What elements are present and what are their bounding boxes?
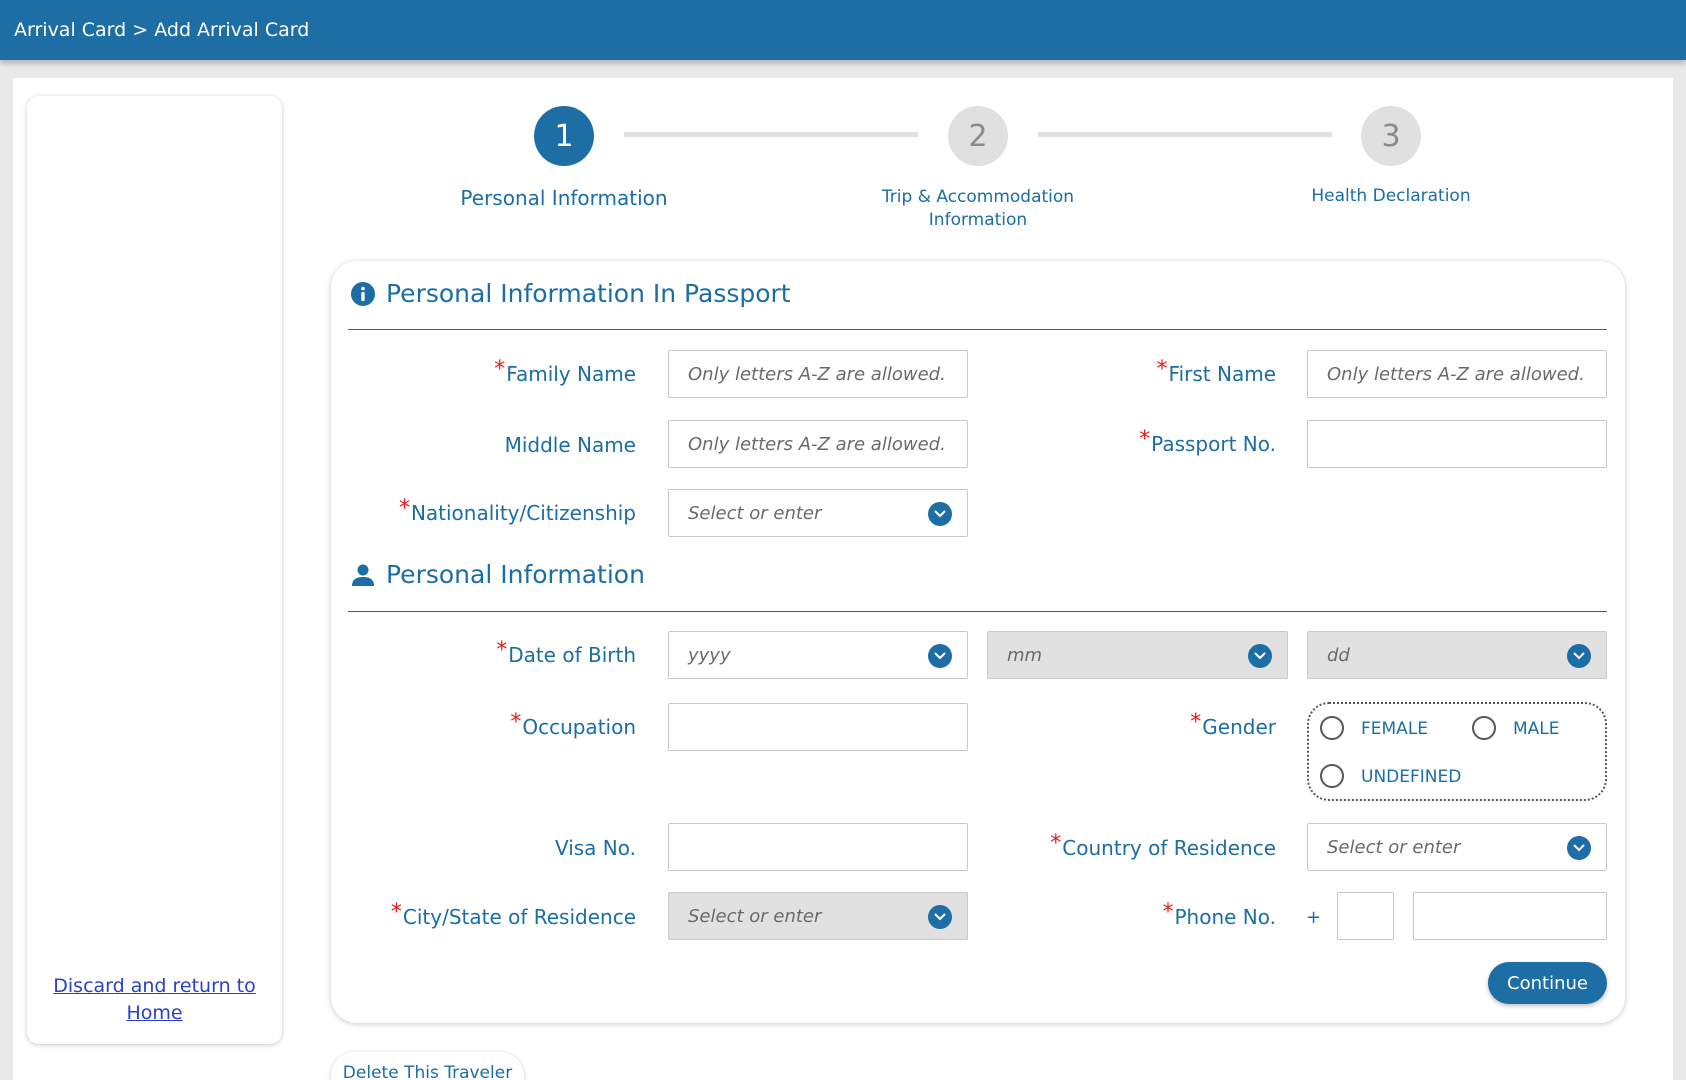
passport-section-rule bbox=[348, 329, 1607, 330]
personal-section-heading: Personal Information bbox=[386, 560, 645, 589]
required-marker: * bbox=[398, 496, 410, 521]
breadcrumb: Arrival Card > Add Arrival Card bbox=[14, 19, 310, 41]
required-marker: * bbox=[390, 900, 402, 925]
required-marker: * bbox=[1050, 831, 1062, 856]
occupation-label: *Occupation bbox=[316, 710, 636, 740]
phone-country-code-input[interactable] bbox=[1337, 892, 1394, 940]
step-3-circle: 3 bbox=[1361, 106, 1421, 166]
first-name-input[interactable]: Only letters A-Z are allowed. bbox=[1307, 350, 1607, 398]
required-marker: * bbox=[494, 357, 506, 382]
occupation-input[interactable] bbox=[668, 703, 968, 751]
family-name-input[interactable]: Only letters A-Z are allowed. bbox=[668, 350, 968, 398]
middle-name-input[interactable]: Only letters A-Z are allowed. bbox=[668, 420, 968, 468]
chevron-down-icon[interactable] bbox=[928, 644, 952, 668]
family-name-label: *Family Name bbox=[316, 357, 636, 387]
occupation-label-text: Occupation bbox=[522, 715, 636, 739]
gender-label: *Gender bbox=[956, 710, 1276, 740]
dob-year-placeholder: yyyy bbox=[688, 644, 731, 666]
step-connector-1 bbox=[624, 132, 918, 137]
chevron-down-icon[interactable] bbox=[1248, 644, 1272, 668]
dob-month-select[interactable]: mm bbox=[987, 631, 1288, 679]
dob-day-placeholder: dd bbox=[1327, 644, 1350, 666]
dob-month-placeholder: mm bbox=[1007, 644, 1043, 666]
city-residence-select[interactable]: Select or enter bbox=[668, 892, 968, 940]
country-residence-placeholder: Select or enter bbox=[1327, 836, 1461, 858]
gender-undefined-radio[interactable] bbox=[1320, 764, 1344, 788]
step-3-label: Health Declaration bbox=[1311, 186, 1471, 206]
step-2-label: Trip & Accommodation Information bbox=[858, 186, 1098, 232]
person-icon bbox=[352, 564, 374, 586]
dob-label: *Date of Birth bbox=[316, 638, 636, 668]
passport-no-input[interactable] bbox=[1307, 420, 1607, 468]
top-bar: Arrival Card > Add Arrival Card bbox=[0, 0, 1686, 60]
chevron-down-icon[interactable] bbox=[1567, 644, 1591, 668]
passport-no-label-text: Passport No. bbox=[1151, 432, 1276, 456]
first-name-placeholder: Only letters A-Z are allowed. bbox=[1327, 363, 1585, 385]
visa-no-label-text: Visa No. bbox=[554, 836, 636, 860]
discard-link-line2[interactable]: Home bbox=[27, 1000, 282, 1027]
personal-section-title: Personal Information bbox=[350, 560, 645, 589]
phone-number-input[interactable] bbox=[1413, 892, 1607, 940]
city-residence-label: *City/State of Residence bbox=[316, 900, 636, 930]
phone-no-label-text: Phone No. bbox=[1174, 905, 1276, 929]
first-name-label-text: First Name bbox=[1168, 362, 1276, 386]
gender-undefined-label[interactable]: UNDEFINED bbox=[1361, 767, 1461, 787]
sidebar: Discard and return to Home bbox=[27, 96, 282, 1044]
dob-label-text: Date of Birth bbox=[508, 643, 636, 667]
phone-no-label: *Phone No. bbox=[956, 900, 1276, 930]
required-marker: * bbox=[496, 638, 508, 663]
gender-female-radio[interactable] bbox=[1320, 716, 1344, 740]
middle-name-label: Middle Name bbox=[316, 433, 636, 457]
gender-male-label[interactable]: MALE bbox=[1513, 719, 1560, 739]
dob-year-select[interactable]: yyyy bbox=[668, 631, 968, 679]
first-name-label: *First Name bbox=[956, 357, 1276, 387]
required-marker: * bbox=[1162, 900, 1174, 925]
required-marker: * bbox=[1190, 710, 1202, 735]
nationality-placeholder: Select or enter bbox=[688, 502, 822, 524]
country-residence-select[interactable]: Select or enter bbox=[1307, 823, 1607, 871]
nationality-label: *Nationality/Citizenship bbox=[316, 496, 636, 526]
gender-female-label[interactable]: FEMALE bbox=[1361, 719, 1428, 739]
gender-male-radio[interactable] bbox=[1472, 716, 1496, 740]
city-residence-label-text: City/State of Residence bbox=[402, 905, 636, 929]
passport-section-title: Personal Information In Passport bbox=[350, 279, 791, 308]
required-marker: * bbox=[510, 710, 522, 735]
discard-return-home-link[interactable]: Discard and return to Home bbox=[27, 973, 282, 1027]
info-icon bbox=[351, 281, 375, 306]
passport-no-label: *Passport No. bbox=[956, 427, 1276, 457]
dob-day-select[interactable]: dd bbox=[1307, 631, 1607, 679]
country-residence-label-text: Country of Residence bbox=[1062, 836, 1276, 860]
step-connector-2 bbox=[1038, 132, 1332, 137]
chevron-down-icon[interactable] bbox=[928, 905, 952, 929]
gender-label-text: Gender bbox=[1202, 715, 1276, 739]
discard-link-line1[interactable]: Discard and return to bbox=[27, 973, 282, 1000]
nationality-label-text: Nationality/Citizenship bbox=[410, 501, 636, 525]
visa-no-label: Visa No. bbox=[316, 836, 636, 860]
personal-section-rule bbox=[348, 611, 1607, 612]
phone-prefix-plus: + bbox=[1306, 907, 1322, 928]
step-1-circle: 1 bbox=[534, 106, 594, 166]
chevron-down-icon[interactable] bbox=[1567, 836, 1591, 860]
continue-button[interactable]: Continue bbox=[1488, 962, 1607, 1004]
passport-section-heading: Personal Information In Passport bbox=[386, 279, 791, 308]
required-marker: * bbox=[1139, 427, 1151, 452]
step-2-label-line1: Trip & Accommodation bbox=[881, 187, 1075, 207]
family-name-label-text: Family Name bbox=[506, 362, 636, 386]
step-2-label-line2: Information bbox=[928, 210, 1028, 230]
nationality-select[interactable]: Select or enter bbox=[668, 489, 968, 537]
visa-no-input[interactable] bbox=[668, 823, 968, 871]
city-residence-placeholder: Select or enter bbox=[688, 905, 822, 927]
required-marker: * bbox=[1156, 357, 1168, 382]
step-1-label: Personal Information bbox=[460, 186, 668, 210]
delete-traveler-button[interactable]: Delete This Traveler bbox=[331, 1052, 524, 1080]
step-2-circle: 2 bbox=[948, 106, 1008, 166]
chevron-down-icon[interactable] bbox=[928, 502, 952, 526]
country-residence-label: *Country of Residence bbox=[956, 831, 1276, 861]
middle-name-label-text: Middle Name bbox=[504, 433, 636, 457]
middle-name-placeholder: Only letters A-Z are allowed. bbox=[688, 433, 946, 455]
family-name-placeholder: Only letters A-Z are allowed. bbox=[688, 363, 946, 385]
